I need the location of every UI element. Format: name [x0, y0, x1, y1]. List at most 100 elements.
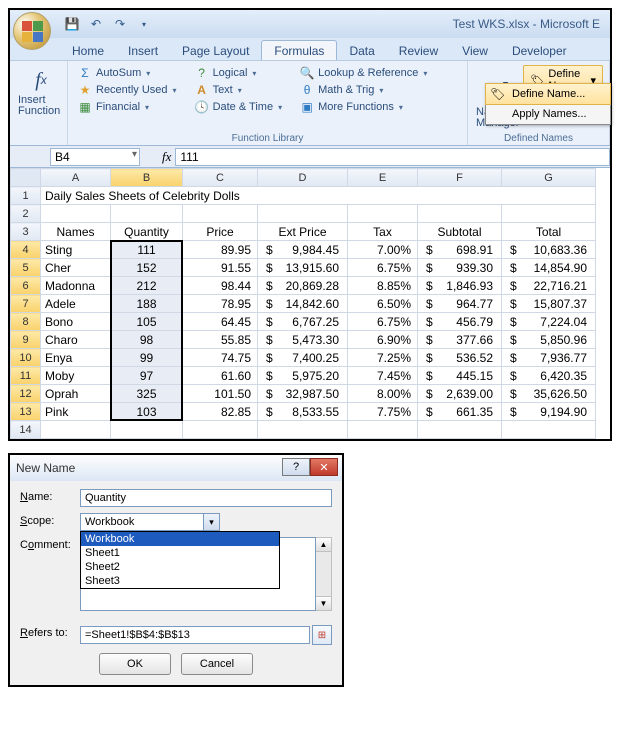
cell-tax[interactable]: 7.75%	[348, 403, 418, 421]
cell[interactable]	[258, 205, 348, 223]
formula-input[interactable]: 111	[175, 148, 610, 166]
cell-quantity[interactable]: 99	[111, 349, 183, 367]
tab-data[interactable]: Data	[337, 41, 386, 60]
column-title-B[interactable]: Quantity	[111, 223, 183, 241]
cell-ext-price[interactable]: $32,987.50	[258, 385, 348, 403]
qat-undo-icon[interactable]: ↶	[86, 14, 106, 34]
tab-developer[interactable]: Developer	[500, 41, 579, 60]
cell-tax[interactable]: 7.00%	[348, 241, 418, 259]
scope-option[interactable]: Workbook	[81, 532, 279, 546]
cell-price[interactable]: 64.45	[183, 313, 258, 331]
lookup-reference-button[interactable]: 🔍Lookup & Reference▾	[296, 65, 431, 81]
cell-subtotal[interactable]: $939.30	[418, 259, 502, 277]
cancel-button[interactable]: Cancel	[181, 653, 253, 675]
row-header-2[interactable]: 2	[11, 205, 41, 223]
cell-price[interactable]: 82.85	[183, 403, 258, 421]
qat-customize-icon[interactable]: ▾	[134, 14, 154, 34]
cell[interactable]	[183, 421, 258, 439]
cell[interactable]	[348, 205, 418, 223]
cell-total[interactable]: $35,626.50	[502, 385, 596, 403]
chevron-down-icon[interactable]: ▾	[203, 514, 219, 530]
cell-tax[interactable]: 6.50%	[348, 295, 418, 313]
cell-total[interactable]: $10,683.36	[502, 241, 596, 259]
row-header-9[interactable]: 9	[11, 331, 41, 349]
cell-tax[interactable]: 8.85%	[348, 277, 418, 295]
cell[interactable]	[348, 421, 418, 439]
row-header-7[interactable]: 7	[11, 295, 41, 313]
qat-save-icon[interactable]: 💾	[62, 14, 82, 34]
cell-ext-price[interactable]: $7,400.25	[258, 349, 348, 367]
cell-subtotal[interactable]: $377.66	[418, 331, 502, 349]
dialog-help-button[interactable]: ?	[282, 458, 310, 476]
cell-total[interactable]: $22,716.21	[502, 277, 596, 295]
cell-price[interactable]: 55.85	[183, 331, 258, 349]
cell-tax[interactable]: 7.45%	[348, 367, 418, 385]
cell-name[interactable]: Bono	[41, 313, 111, 331]
cell-quantity[interactable]: 212	[111, 277, 183, 295]
scope-option[interactable]: Sheet1	[81, 546, 279, 560]
scroll-down-icon[interactable]: ▼	[316, 596, 331, 610]
cell[interactable]	[502, 421, 596, 439]
cell-total[interactable]: $7,936.77	[502, 349, 596, 367]
recently-used-button[interactable]: ★Recently Used▾	[74, 82, 181, 98]
cell-name[interactable]: Madonna	[41, 277, 111, 295]
cell[interactable]	[111, 421, 183, 439]
more-functions-button[interactable]: ▣More Functions▾	[296, 99, 431, 115]
cell-subtotal[interactable]: $445.15	[418, 367, 502, 385]
insert-function-button[interactable]: fx Insert Function	[16, 63, 66, 121]
cell-ext-price[interactable]: $5,473.30	[258, 331, 348, 349]
col-header-C[interactable]: C	[183, 169, 258, 187]
financial-button[interactable]: ▦Financial▾	[74, 99, 181, 115]
math-trig-button[interactable]: θMath & Trig▾	[296, 82, 431, 98]
cell-ext-price[interactable]: $13,915.60	[258, 259, 348, 277]
row-header-10[interactable]: 10	[11, 349, 41, 367]
select-all-corner[interactable]	[11, 169, 41, 187]
tab-view[interactable]: View	[450, 41, 500, 60]
col-header-A[interactable]: A	[41, 169, 111, 187]
cell-tax[interactable]: 7.25%	[348, 349, 418, 367]
tab-review[interactable]: Review	[387, 41, 450, 60]
cell-total[interactable]: $14,854.90	[502, 259, 596, 277]
cell-name[interactable]: Enya	[41, 349, 111, 367]
row-header-5[interactable]: 5	[11, 259, 41, 277]
cell-subtotal[interactable]: $2,639.00	[418, 385, 502, 403]
tab-home[interactable]: Home	[60, 41, 116, 60]
row-header-13[interactable]: 13	[11, 403, 41, 421]
cell-ext-price[interactable]: $14,842.60	[258, 295, 348, 313]
date-time-button[interactable]: 🕓Date & Time▾	[191, 99, 287, 115]
cell-price[interactable]: 101.50	[183, 385, 258, 403]
text-button[interactable]: AText▾	[191, 82, 287, 98]
cell-price[interactable]: 61.60	[183, 367, 258, 385]
office-button[interactable]	[13, 12, 51, 50]
cell-subtotal[interactable]: $456.79	[418, 313, 502, 331]
refers-to-input[interactable]	[80, 626, 310, 644]
cell-ext-price[interactable]: $9,984.45	[258, 241, 348, 259]
row-header-6[interactable]: 6	[11, 277, 41, 295]
cell-name[interactable]: Cher	[41, 259, 111, 277]
col-header-F[interactable]: F	[418, 169, 502, 187]
cell-ext-price[interactable]: $5,975.20	[258, 367, 348, 385]
cell[interactable]	[502, 205, 596, 223]
row-header-1[interactable]: 1	[11, 187, 41, 205]
cell-quantity[interactable]: 97	[111, 367, 183, 385]
row-header-14[interactable]: 14	[11, 421, 41, 439]
col-header-E[interactable]: E	[348, 169, 418, 187]
row-header-4[interactable]: 4	[11, 241, 41, 259]
tab-formulas[interactable]: Formulas	[261, 40, 337, 60]
cell-price[interactable]: 74.75	[183, 349, 258, 367]
cell-price[interactable]: 78.95	[183, 295, 258, 313]
column-title-D[interactable]: Ext Price	[258, 223, 348, 241]
cell-total[interactable]: $9,194.90	[502, 403, 596, 421]
col-header-D[interactable]: D	[258, 169, 348, 187]
column-title-G[interactable]: Total	[502, 223, 596, 241]
cell[interactable]	[183, 205, 258, 223]
cell-tax[interactable]: 6.75%	[348, 313, 418, 331]
cell-quantity[interactable]: 188	[111, 295, 183, 313]
cell-tax[interactable]: 8.00%	[348, 385, 418, 403]
comment-scrollbar[interactable]: ▲ ▼	[316, 537, 332, 611]
cell-subtotal[interactable]: $661.35	[418, 403, 502, 421]
cell-quantity[interactable]: 103	[111, 403, 183, 421]
cell-ext-price[interactable]: $8,533.55	[258, 403, 348, 421]
cell-price[interactable]: 98.44	[183, 277, 258, 295]
ok-button[interactable]: OK	[99, 653, 171, 675]
